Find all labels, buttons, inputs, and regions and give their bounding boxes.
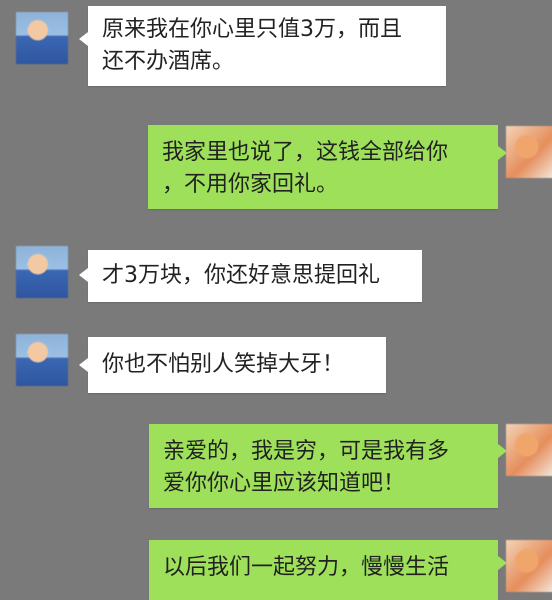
my-avatar[interactable] xyxy=(506,126,552,178)
message-text: 爱你你心里应该知道吧！ xyxy=(163,471,406,496)
message-text: ，不用你家回礼。 xyxy=(162,172,339,197)
contact-avatar[interactable] xyxy=(16,246,68,298)
message-bubble-incoming[interactable]: 才3万块，你还好意思提回礼 xyxy=(88,250,422,302)
message-text: 以后我们一起努力，慢慢生活 xyxy=(163,555,450,580)
bubble-tail xyxy=(79,268,88,282)
message-bubble-outgoing[interactable]: 以后我们一起努力，慢慢生活 xyxy=(149,540,498,600)
bubble-tail xyxy=(79,32,88,46)
message-text: 还不办酒席。 xyxy=(102,49,235,74)
message-text: 原来我在你心里只值3万，而且 xyxy=(102,17,402,42)
message-bubble-incoming[interactable]: 你也不怕别人笑掉大牙！ xyxy=(88,337,386,393)
contact-avatar[interactable] xyxy=(16,12,68,64)
bubble-tail xyxy=(79,358,88,372)
my-avatar[interactable] xyxy=(506,424,552,476)
message-bubble-incoming[interactable]: 原来我在你心里只值3万，而且 还不办酒席。 xyxy=(88,6,446,86)
contact-avatar[interactable] xyxy=(16,334,68,386)
message-text: 你也不怕别人笑掉大牙！ xyxy=(102,352,345,377)
chat-window[interactable]: 原来我在你心里只值3万，而且 还不办酒席。 我家里也说了，这钱全部给你 ，不用你… xyxy=(0,0,552,600)
message-bubble-outgoing[interactable]: 我家里也说了，这钱全部给你 ，不用你家回礼。 xyxy=(148,125,498,209)
message-text: 我家里也说了，这钱全部给你 xyxy=(162,140,449,165)
message-text: 才3万块，你还好意思提回礼 xyxy=(102,263,380,288)
message-text: 亲爱的，我是穷，可是我有多 xyxy=(163,439,450,464)
my-avatar[interactable] xyxy=(506,540,552,592)
message-bubble-outgoing[interactable]: 亲爱的，我是穷，可是我有多 爱你你心里应该知道吧！ xyxy=(149,424,498,508)
